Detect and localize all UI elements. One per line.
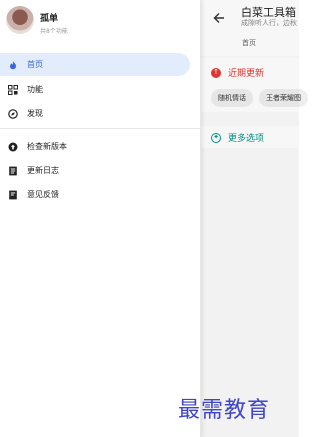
drawer-item-features[interactable]: 功能 xyxy=(0,78,190,101)
drawer-item-discover[interactable]: 发现 xyxy=(0,102,190,125)
drawer-item-label: 更新日志 xyxy=(27,166,59,175)
profile-header[interactable]: 孤单 共8个功能 xyxy=(0,0,201,48)
compass-icon xyxy=(7,108,18,119)
document-icon xyxy=(7,165,18,176)
user-description: 共8个功能 xyxy=(40,28,68,35)
watermark: 最需教育 xyxy=(178,398,271,423)
drawer-divider xyxy=(0,128,201,129)
drawer-item-label: 发现 xyxy=(27,109,43,118)
drawer-item-label: 首页 xyxy=(27,60,43,69)
drawer-item-label: 意见反馈 xyxy=(27,190,59,199)
user-name: 孤单 xyxy=(40,14,59,24)
drawer-scrim[interactable] xyxy=(201,0,299,437)
drawer-item-check-update[interactable]: 检查新版本 xyxy=(0,135,190,158)
navigation-drawer: 孤单 共8个功能 首页 功能 发现 检查新版本 更新日志 意见反馈 xyxy=(0,0,201,437)
grid-icon xyxy=(7,84,18,95)
drawer-item-label: 检查新版本 xyxy=(27,142,67,151)
drawer-item-label: 功能 xyxy=(27,85,43,94)
feedback-icon xyxy=(7,189,18,200)
fire-icon xyxy=(7,59,18,70)
drawer-item-feedback[interactable]: 意见反馈 xyxy=(0,183,190,206)
upload-icon xyxy=(7,141,18,152)
drawer-item-changelog[interactable]: 更新日志 xyxy=(0,159,190,182)
avatar[interactable] xyxy=(6,6,34,34)
drawer-item-home[interactable]: 首页 xyxy=(0,53,190,76)
